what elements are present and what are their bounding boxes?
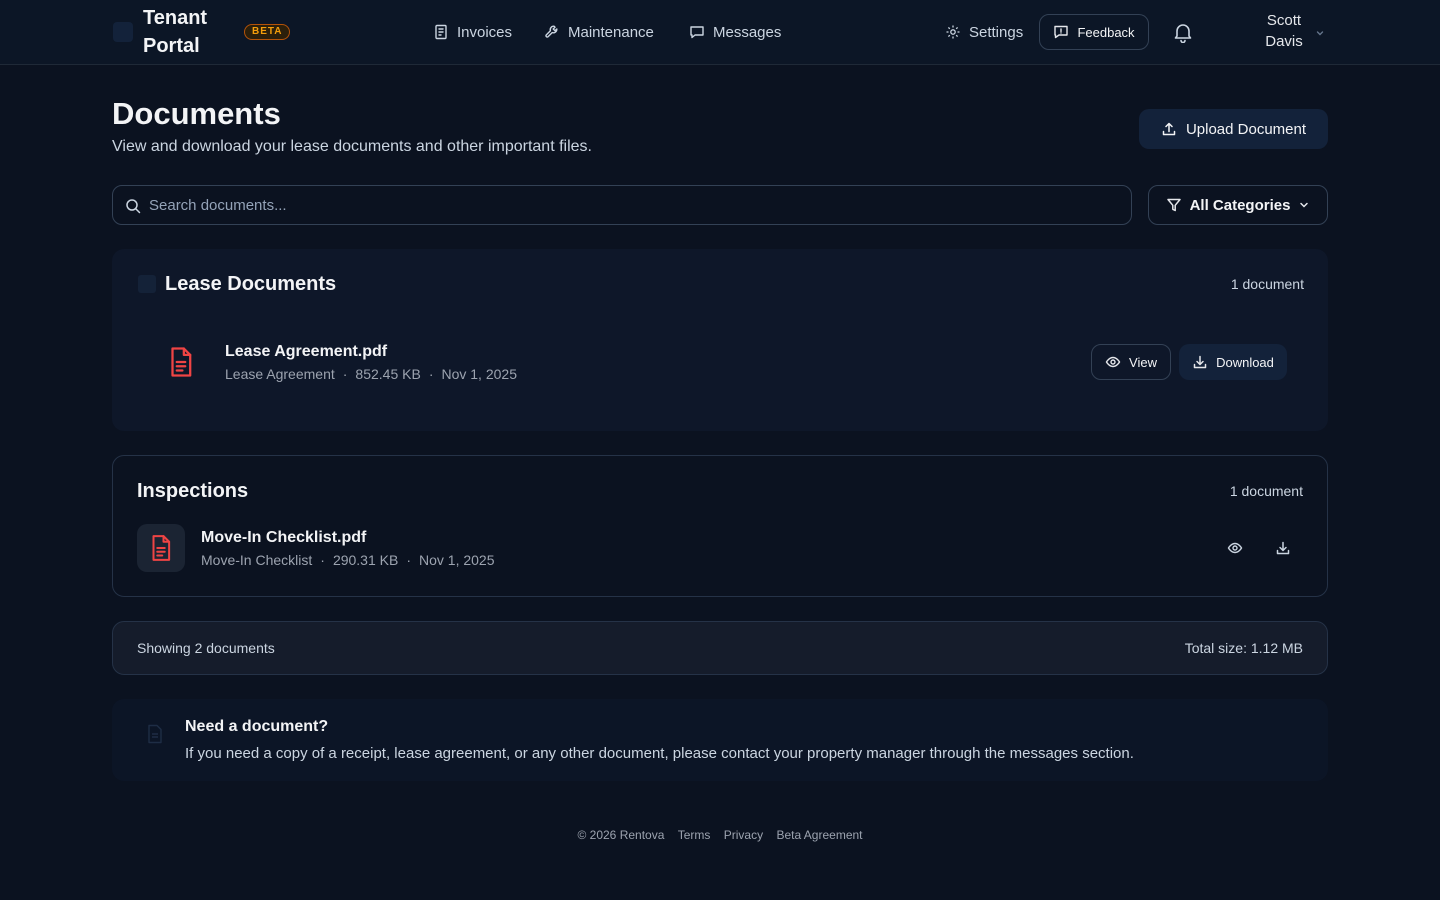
file-name[interactable]: Lease Agreement.pdf bbox=[225, 343, 387, 361]
download-label: Download bbox=[1216, 354, 1274, 370]
need-document-info-box: Need a document? If you need a copy of a… bbox=[112, 699, 1328, 781]
message-icon bbox=[689, 24, 705, 40]
feedback-button[interactable]: Feedback bbox=[1039, 14, 1149, 50]
wrench-icon bbox=[544, 24, 560, 40]
file-meta: Move-In Checklist · 290.31 KB · Nov 1, 2025 bbox=[201, 552, 495, 568]
top-navigation-bar: Tenant Portal BETA Invoices Maintenance … bbox=[0, 0, 1440, 65]
notifications-bell-icon[interactable] bbox=[1172, 21, 1194, 43]
upload-icon bbox=[1161, 121, 1177, 137]
chevron-down-icon[interactable] bbox=[1314, 27, 1326, 39]
download-icon bbox=[1275, 540, 1291, 556]
user-menu[interactable]: Scott Davis bbox=[1250, 10, 1318, 52]
page-title: Documents bbox=[112, 96, 281, 131]
info-title: Need a document? bbox=[185, 718, 329, 735]
section-count: 1 document bbox=[1229, 483, 1303, 499]
file-size: 290.31 KB bbox=[332, 552, 399, 568]
nav-item-label: Invoices bbox=[457, 23, 513, 41]
file-date: Nov 1, 2025 bbox=[419, 552, 495, 568]
nav-item-messages[interactable]: Messages bbox=[689, 20, 781, 44]
section-inspections: Inspections 1 document Move-In Checklist… bbox=[112, 455, 1328, 597]
nav-item-settings[interactable]: Settings bbox=[945, 20, 1023, 44]
gear-icon bbox=[945, 24, 961, 40]
section-count: 1 document bbox=[1230, 276, 1304, 292]
nav-item-label: Settings bbox=[969, 23, 1024, 41]
documents-summary-bar: Showing 2 documents Total size: 1.12 MB bbox=[112, 621, 1328, 675]
folder-icon bbox=[138, 275, 156, 293]
nav-item-label: Messages bbox=[713, 23, 782, 41]
footer-link-beta-agreement[interactable]: Beta Agreement bbox=[776, 828, 862, 842]
pdf-file-icon bbox=[146, 533, 176, 563]
view-label: View bbox=[1129, 354, 1157, 370]
pdf-file-icon bbox=[164, 345, 198, 379]
nav-item-invoices[interactable]: Invoices bbox=[433, 20, 512, 44]
document-icon bbox=[146, 724, 164, 744]
file-meta: Lease Agreement · 852.45 KB · Nov 1, 2025 bbox=[225, 366, 517, 382]
nav-item-label: Maintenance bbox=[568, 23, 654, 41]
view-icon-button[interactable] bbox=[1219, 532, 1251, 564]
eye-icon bbox=[1227, 540, 1243, 556]
eye-icon bbox=[1105, 354, 1121, 370]
brand-logo-icon bbox=[113, 22, 133, 42]
download-button[interactable]: Download bbox=[1179, 344, 1287, 380]
section-title: Inspections bbox=[137, 480, 249, 502]
footer: © 2026 Rentova Terms Privacy Beta Agreem… bbox=[0, 828, 1440, 842]
chevron-down-icon bbox=[1298, 199, 1310, 211]
footer-link-privacy[interactable]: Privacy bbox=[724, 828, 763, 842]
section-lease-documents: Lease Documents 1 document Lease Agreeme… bbox=[112, 249, 1328, 431]
documents-count: Showing 2 documents bbox=[137, 640, 275, 656]
search-field[interactable] bbox=[112, 185, 1132, 225]
file-category: Lease Agreement bbox=[225, 366, 335, 382]
file-name[interactable]: Move-In Checklist.pdf bbox=[201, 529, 366, 547]
footer-link-terms[interactable]: Terms bbox=[678, 828, 711, 842]
file-category: Move-In Checklist bbox=[201, 552, 313, 568]
download-icon-button[interactable] bbox=[1267, 532, 1299, 564]
receipt-icon bbox=[433, 24, 449, 40]
brand-name[interactable]: Tenant Portal bbox=[143, 4, 233, 60]
filter-label: All Categories bbox=[1189, 196, 1291, 214]
download-icon bbox=[1192, 354, 1208, 370]
nav-item-maintenance[interactable]: Maintenance bbox=[544, 20, 654, 44]
feedback-icon bbox=[1053, 24, 1069, 40]
view-button[interactable]: View bbox=[1091, 344, 1171, 380]
filter-icon bbox=[1166, 197, 1182, 213]
section-title: Lease Documents bbox=[165, 273, 337, 295]
search-input[interactable] bbox=[149, 186, 1109, 224]
copyright: © 2026 Rentova bbox=[577, 828, 665, 842]
feedback-label: Feedback bbox=[1077, 24, 1135, 40]
page-subtitle: View and download your lease documents a… bbox=[112, 138, 592, 155]
category-filter-select[interactable]: All Categories bbox=[1148, 185, 1328, 225]
upload-document-button[interactable]: Upload Document bbox=[1139, 109, 1328, 149]
file-size: 852.45 KB bbox=[355, 366, 421, 382]
upload-label: Upload Document bbox=[1185, 120, 1307, 138]
info-text: If you need a copy of a receipt, lease a… bbox=[185, 745, 1134, 762]
total-size: Total size: 1.12 MB bbox=[1184, 640, 1303, 656]
file-date: Nov 1, 2025 bbox=[441, 366, 517, 382]
file-tile bbox=[137, 524, 185, 572]
beta-badge: BETA bbox=[244, 24, 291, 40]
